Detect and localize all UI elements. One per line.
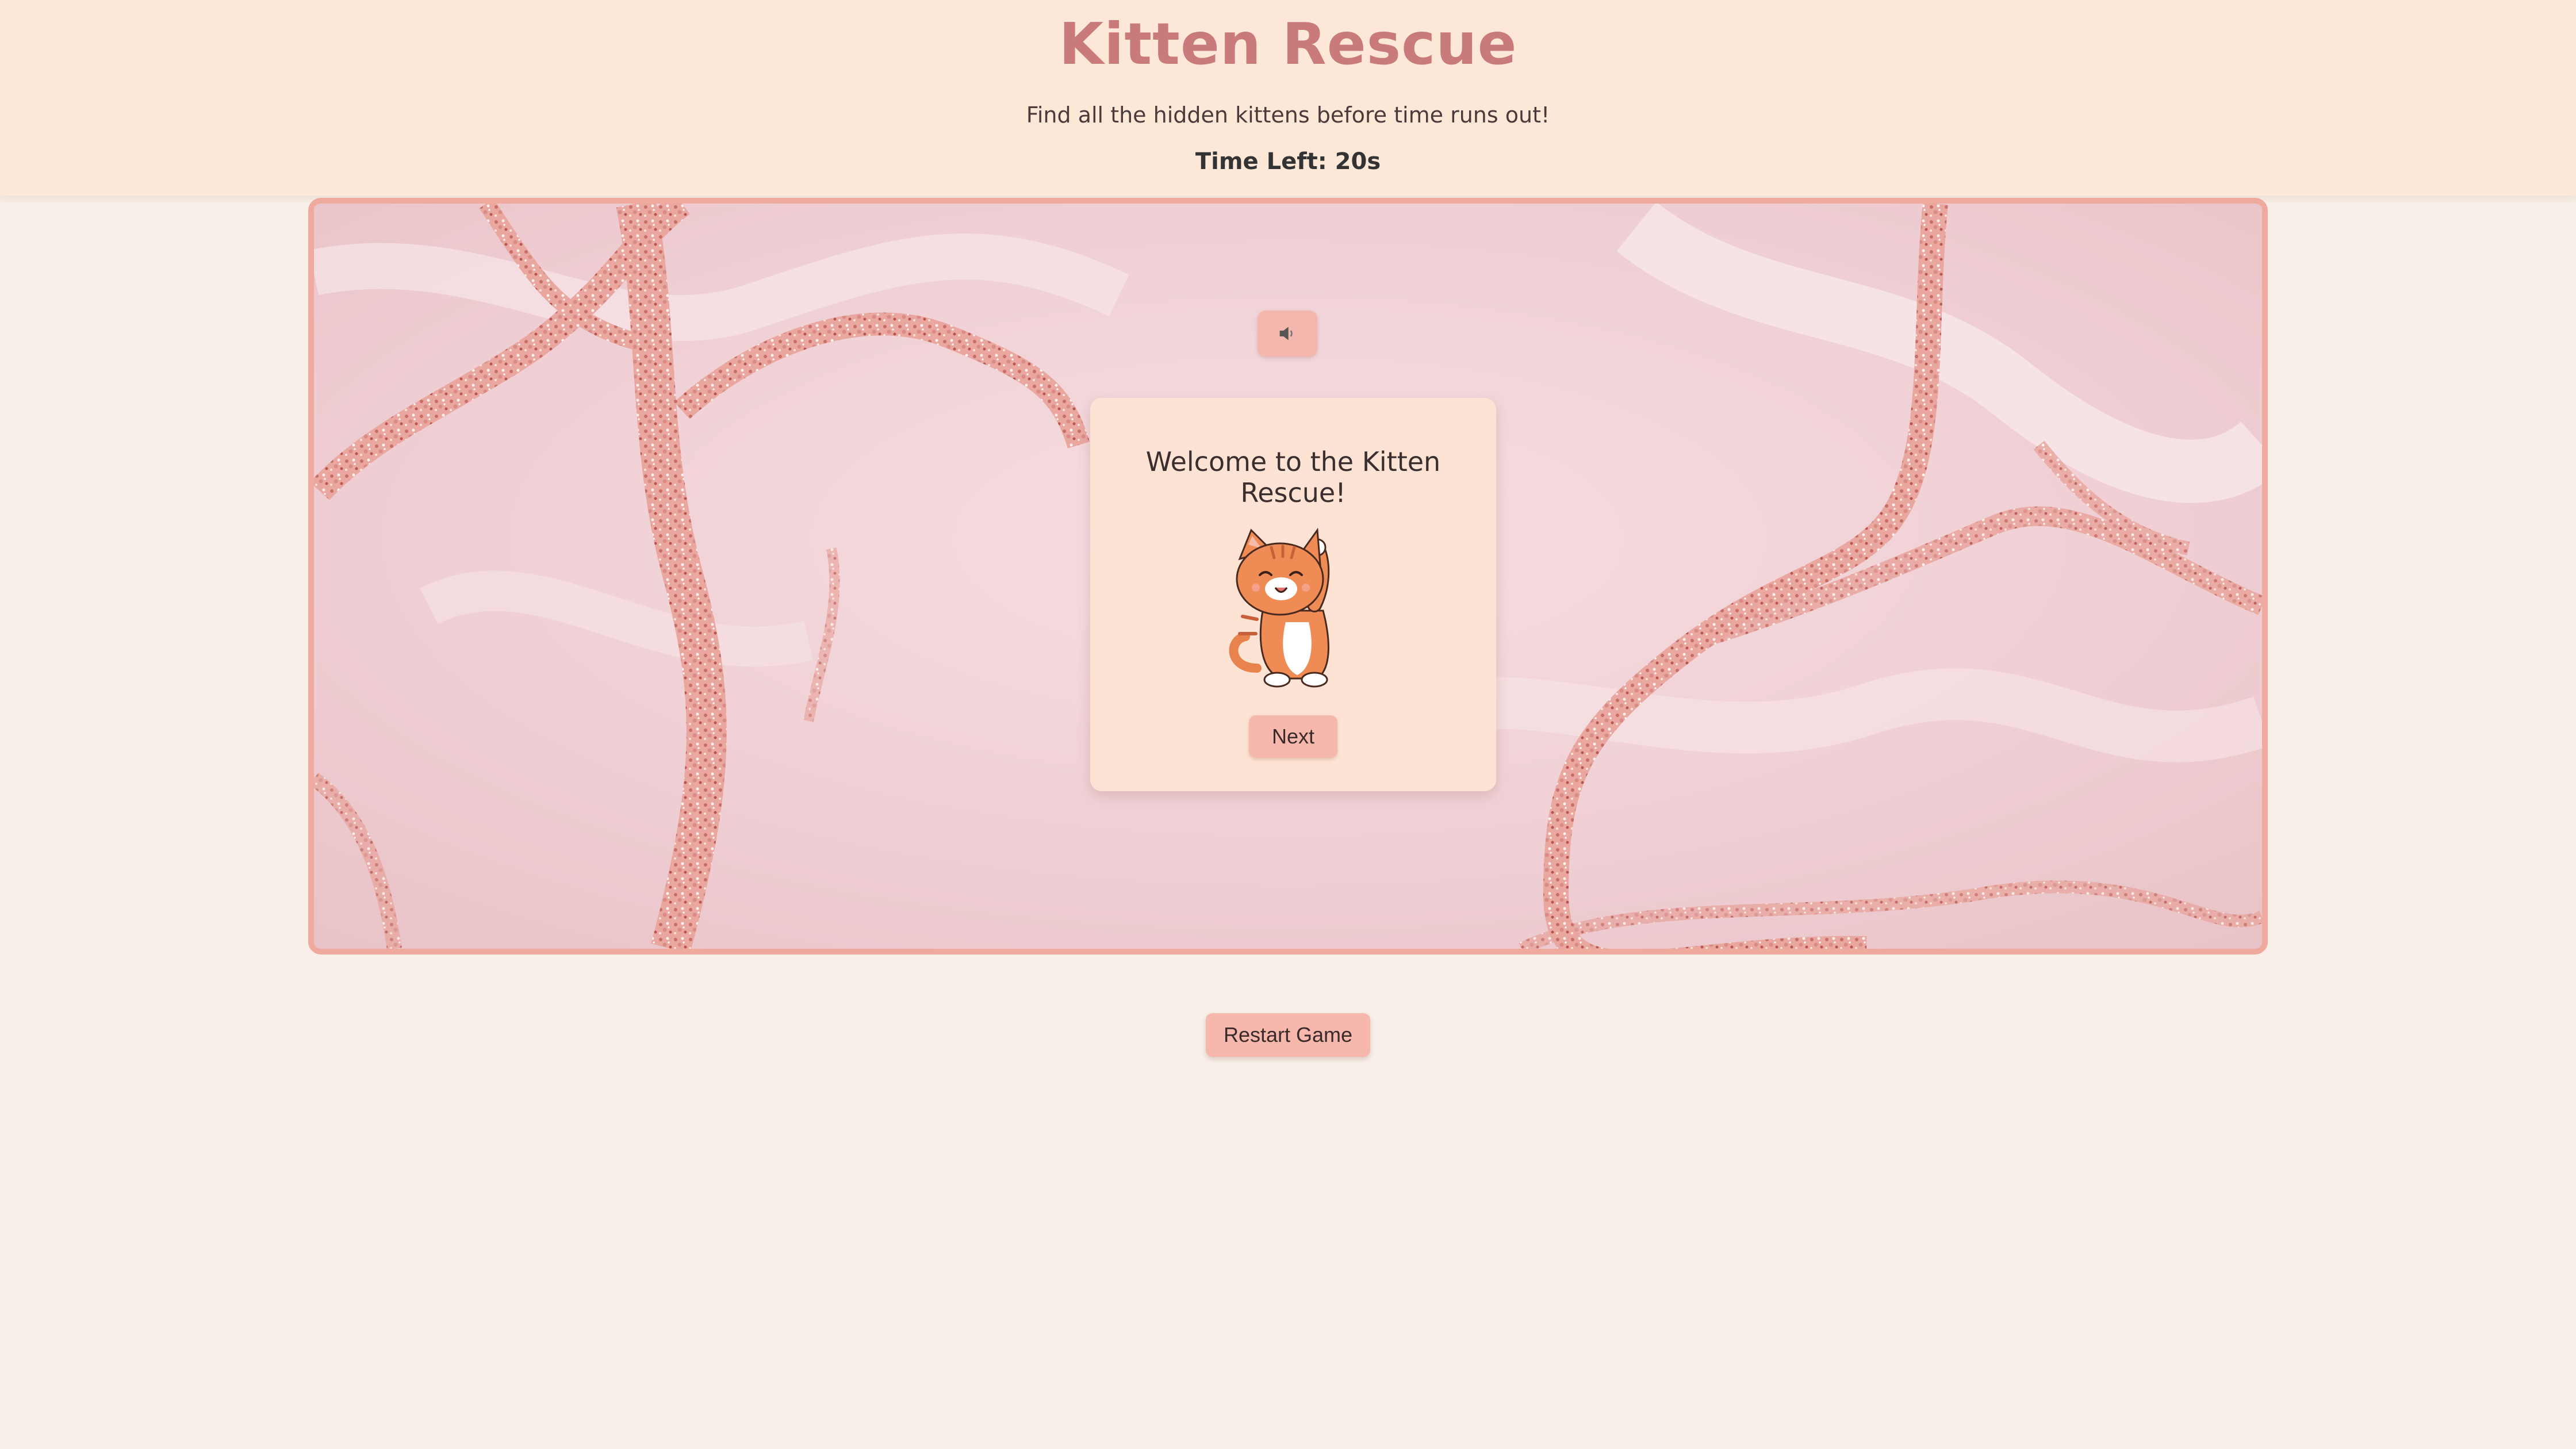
timer: Time Left: 20s	[1195, 148, 1381, 175]
speaker-icon	[1279, 327, 1293, 340]
waving-kitten-image	[1229, 527, 1330, 688]
dialog-title: Welcome to the Kitten Rescue!	[1145, 446, 1441, 508]
restart-game-button[interactable]: Restart Game	[1206, 1013, 1370, 1057]
next-button[interactable]: Next	[1249, 715, 1337, 758]
game-subtitle: Find all the hidden kittens before time …	[1026, 102, 1550, 128]
header: Kitten Rescue Find all the hidden kitten…	[0, 0, 2576, 195]
welcome-dialog: Welcome to the Kitten Rescue! Next	[1090, 398, 1496, 791]
game-area[interactable]: Welcome to the Kitten Rescue! Next	[308, 198, 2268, 954]
sound-toggle-button[interactable]	[1258, 310, 1317, 356]
game-title: Kitten Rescue	[1059, 10, 1517, 78]
